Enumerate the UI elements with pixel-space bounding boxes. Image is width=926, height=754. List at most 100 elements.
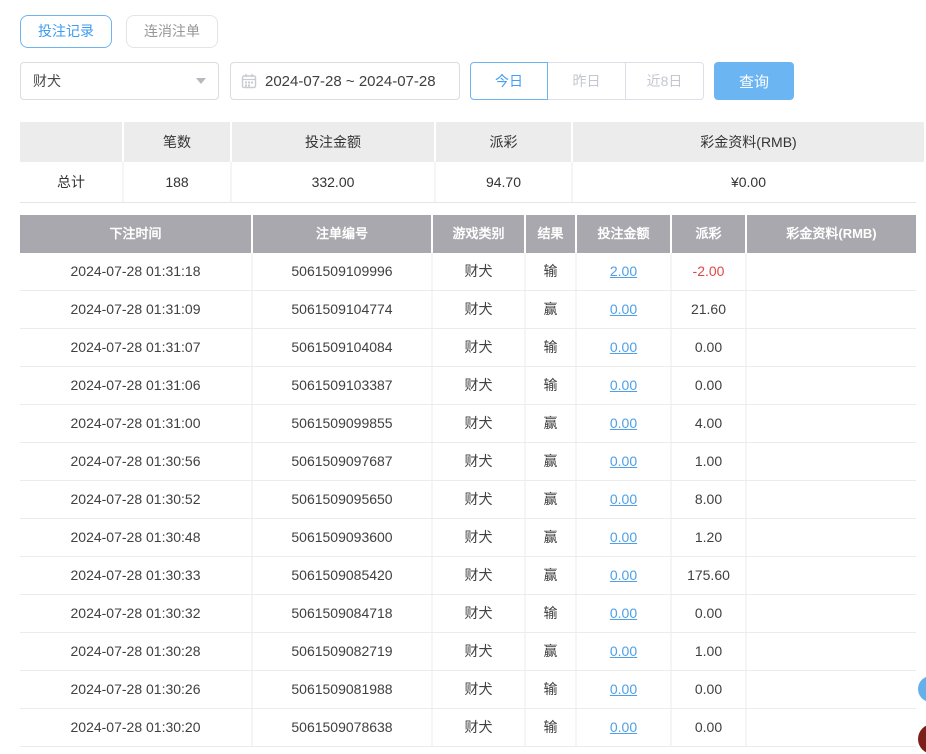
bet-amount-link[interactable]: 0.00 <box>610 605 637 621</box>
payout-cell: 0.00 <box>672 709 745 746</box>
payout-cell: 175.60 <box>672 557 745 594</box>
order-number-cell: 5061509097687 <box>253 443 431 480</box>
bet-time-cell: 2024-07-28 01:30:28 <box>20 633 251 670</box>
range-button-last8days[interactable]: 近8日 <box>626 62 704 100</box>
order-number-cell: 5061509103387 <box>253 367 431 404</box>
order-number-cell: 5061509095650 <box>253 481 431 518</box>
floating-service-button[interactable] <box>918 676 926 702</box>
payout-cell: 0.00 <box>672 595 745 632</box>
payout-cell: 0.00 <box>672 671 745 708</box>
summary-total-bet-amount: 332.00 <box>232 162 434 202</box>
bonus-cell <box>747 291 916 328</box>
bet-amount-link[interactable]: 0.00 <box>610 719 637 735</box>
summary-table: 笔数 投注金额 派彩 彩金资料(RMB) 总计 188 332.00 94.70… <box>20 122 916 203</box>
bet-amount-link[interactable]: 0.00 <box>610 681 637 697</box>
summary-total-count: 188 <box>124 162 230 202</box>
bet-time-cell: 2024-07-28 01:30:32 <box>20 595 251 632</box>
bet-amount-link[interactable]: 2.00 <box>610 263 637 279</box>
summary-header-row: 笔数 投注金额 派彩 彩金资料(RMB) <box>20 122 916 162</box>
header-bet-time: 下注时间 <box>20 215 251 253</box>
bet-time-cell: 2024-07-28 01:31:06 <box>20 367 251 404</box>
bet-amount-cell: 0.00 <box>577 443 670 480</box>
quick-range-group: 今日 昨日 近8日 <box>470 62 704 100</box>
header-result: 结果 <box>526 215 575 253</box>
summary-total-payout: 94.70 <box>436 162 571 202</box>
bet-time-cell: 2024-07-28 01:30:33 <box>20 557 251 594</box>
bet-amount-cell: 0.00 <box>577 519 670 556</box>
table-row: 2024-07-28 01:30:48 5061509093600 财犬 赢 0… <box>20 519 916 557</box>
bet-amount-link[interactable]: 0.00 <box>610 643 637 659</box>
bet-time-cell: 2024-07-28 01:31:07 <box>20 329 251 366</box>
bonus-cell <box>747 367 916 404</box>
bonus-cell <box>747 557 916 594</box>
floating-promo-button[interactable] <box>918 724 926 754</box>
date-range-value: 2024-07-28 ~ 2024-07-28 <box>265 73 436 90</box>
bet-amount-link[interactable]: 0.00 <box>610 529 637 545</box>
payout-cell: 0.00 <box>672 329 745 366</box>
search-button[interactable]: 查询 <box>714 62 794 100</box>
header-payout: 派彩 <box>672 215 745 253</box>
bet-amount-cell: 0.00 <box>577 709 670 746</box>
tab-betting-records[interactable]: 投注记录 <box>20 15 112 48</box>
bet-amount-link[interactable]: 0.00 <box>610 339 637 355</box>
result-cell: 赢 <box>526 633 575 670</box>
bonus-cell <box>747 709 916 746</box>
result-cell: 输 <box>526 367 575 404</box>
payout-cell: 1.20 <box>672 519 745 556</box>
bet-amount-cell: 0.00 <box>577 595 670 632</box>
bonus-cell <box>747 671 916 708</box>
bet-amount-link[interactable]: 0.00 <box>610 301 637 317</box>
tab-bar: 投注记录 连消注单 <box>20 15 916 48</box>
result-cell: 赢 <box>526 405 575 442</box>
result-cell: 输 <box>526 595 575 632</box>
result-cell: 输 <box>526 671 575 708</box>
game-type-cell: 财犬 <box>433 253 524 290</box>
table-row: 2024-07-28 01:30:26 5061509081988 财犬 输 0… <box>20 671 916 709</box>
calendar-icon <box>241 73 257 89</box>
bet-amount-link[interactable]: 0.00 <box>610 377 637 393</box>
bet-amount-link[interactable]: 0.00 <box>610 415 637 431</box>
bet-amount-link[interactable]: 0.00 <box>610 491 637 507</box>
bet-amount-cell: 0.00 <box>577 633 670 670</box>
game-type-cell: 财犬 <box>433 519 524 556</box>
payout-cell: 21.60 <box>672 291 745 328</box>
game-type-cell: 财犬 <box>433 443 524 480</box>
tab-cancelled-orders[interactable]: 连消注单 <box>126 15 218 48</box>
bet-time-cell: 2024-07-28 01:31:18 <box>20 253 251 290</box>
game-type-cell: 财犬 <box>433 367 524 404</box>
bonus-cell <box>747 633 916 670</box>
table-row: 2024-07-28 01:30:28 5061509082719 财犬 赢 0… <box>20 633 916 671</box>
order-number-cell: 5061509085420 <box>253 557 431 594</box>
result-cell: 赢 <box>526 443 575 480</box>
summary-header-bet-amount: 投注金额 <box>232 122 434 162</box>
range-button-today[interactable]: 今日 <box>470 62 548 100</box>
bet-time-cell: 2024-07-28 01:30:52 <box>20 481 251 518</box>
bonus-cell <box>747 481 916 518</box>
table-row: 2024-07-28 01:30:33 5061509085420 财犬 赢 0… <box>20 557 916 595</box>
bet-amount-link[interactable]: 0.00 <box>610 453 637 469</box>
game-type-cell: 财犬 <box>433 709 524 746</box>
payout-cell: 0.00 <box>672 367 745 404</box>
bonus-cell <box>747 595 916 632</box>
bonus-cell <box>747 405 916 442</box>
payout-cell: 8.00 <box>672 481 745 518</box>
range-button-yesterday[interactable]: 昨日 <box>548 62 626 100</box>
table-row: 2024-07-28 01:31:07 5061509104084 财犬 输 0… <box>20 329 916 367</box>
bet-amount-cell: 0.00 <box>577 481 670 518</box>
result-cell: 赢 <box>526 291 575 328</box>
result-cell: 赢 <box>526 519 575 556</box>
bet-amount-cell: 0.00 <box>577 329 670 366</box>
bet-amount-link[interactable]: 0.00 <box>610 567 637 583</box>
order-number-cell: 5061509081988 <box>253 671 431 708</box>
bet-amount-cell: 0.00 <box>577 671 670 708</box>
date-range-input[interactable]: 2024-07-28 ~ 2024-07-28 <box>230 62 460 100</box>
game-type-cell: 财犬 <box>433 595 524 632</box>
order-number-cell: 5061509104774 <box>253 291 431 328</box>
game-type-cell: 财犬 <box>433 329 524 366</box>
result-cell: 输 <box>526 253 575 290</box>
result-cell: 输 <box>526 709 575 746</box>
bonus-cell <box>747 519 916 556</box>
chevron-down-icon <box>196 78 206 84</box>
game-select[interactable]: 财犬 <box>20 62 219 100</box>
bet-amount-cell: 0.00 <box>577 291 670 328</box>
